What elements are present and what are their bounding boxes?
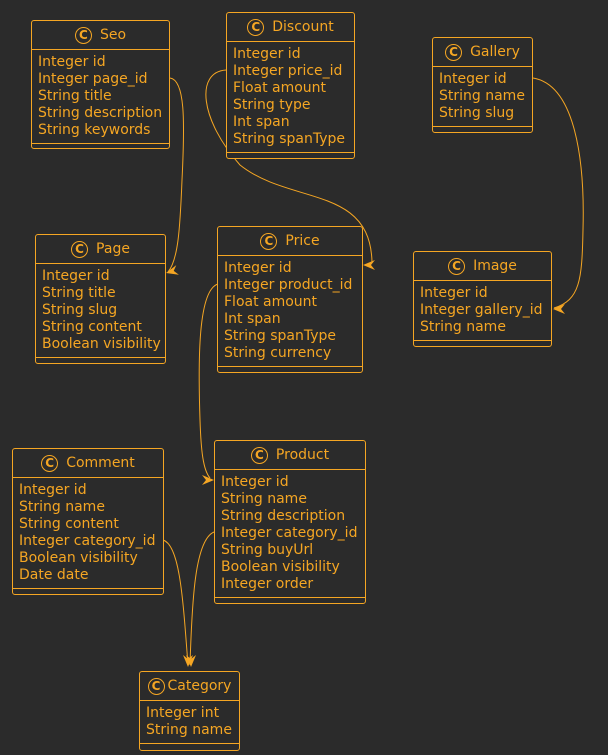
attribute: String buyUrl [221, 542, 314, 558]
attribute: String name [146, 722, 232, 738]
class-icon: C [247, 18, 265, 36]
attribute: Integer id [19, 482, 87, 498]
attribute: String slug [42, 302, 118, 318]
attribute: String keywords [38, 122, 151, 138]
class-name: Product [275, 447, 330, 463]
attribute: String title [42, 285, 116, 301]
attribute: String type [233, 97, 311, 113]
attribute: Float amount [233, 80, 327, 96]
class-name: Page [96, 241, 130, 257]
class-icon: C [445, 43, 463, 61]
attribute: String name [420, 319, 506, 335]
attribute: Integer category_id [221, 525, 358, 541]
attribute: String spanType [224, 328, 337, 344]
class-icon: C [41, 454, 59, 472]
attribute: Boolean visibility [221, 559, 340, 575]
attribute: Integer id [420, 285, 488, 301]
attribute: Integer order [221, 576, 314, 592]
attribute: Integer id [221, 474, 289, 490]
attribute: Integer id [224, 260, 292, 276]
attribute: Integer product_id [224, 277, 353, 293]
class-icon: C [71, 240, 89, 258]
attribute: String spanType [233, 131, 346, 147]
class-comment[interactable]: C Comment Integer id String name String c… [12, 448, 164, 595]
attribute: Integer gallery_id [420, 302, 543, 318]
class-gallery[interactable]: C Gallery Integer id String name String s… [432, 37, 533, 133]
attribute: Integer int [146, 705, 220, 721]
attribute: Integer id [42, 268, 110, 284]
attribute: Int span [224, 311, 281, 327]
class-page[interactable]: C Page Integer id String title String slu… [35, 234, 166, 364]
attribute: String description [221, 508, 346, 524]
attribute: String description [38, 105, 163, 121]
attribute: Boolean visibility [19, 550, 138, 566]
class-price[interactable]: C Price Integer id Integer product_id Flo… [217, 226, 363, 373]
attribute: Int span [233, 114, 290, 130]
class-product[interactable]: C Product Integer id String name String d… [214, 440, 366, 604]
edge-product-category [189, 531, 215, 666]
class-name: Discount [272, 19, 334, 35]
attribute: Integer price_id [233, 63, 343, 79]
attribute: String name [19, 499, 105, 515]
attribute: String slug [439, 105, 515, 121]
edge-comment-category [162, 539, 189, 666]
class-name: Image [473, 258, 517, 274]
class-icon: C [74, 26, 92, 44]
class-name: Category [167, 678, 232, 694]
attribute: String title [38, 88, 112, 104]
class-icon: C [147, 677, 165, 695]
attribute: Integer category_id [19, 533, 156, 549]
arrowhead-page [166, 265, 179, 275]
arrowhead-product [202, 475, 214, 485]
attribute: Integer page_id [38, 71, 148, 87]
attribute: String content [42, 319, 142, 335]
class-seo[interactable]: C Seo Integer id Integer page_id String t… [31, 20, 170, 149]
attribute: Integer id [233, 46, 301, 62]
arrowhead-category-1 [183, 655, 193, 667]
class-name: Seo [99, 27, 127, 43]
attribute: Integer id [439, 71, 507, 87]
arrowhead-price [363, 260, 375, 270]
attribute: String currency [224, 345, 332, 361]
attribute: String name [221, 491, 307, 507]
attribute: Float amount [224, 294, 318, 310]
attribute: Integer id [38, 54, 106, 70]
class-category[interactable]: C Category Integer int String name [139, 671, 240, 751]
attribute: Boolean visibility [42, 336, 161, 352]
class-discount[interactable]: C Discount Integer id Integer price_id Fl… [226, 12, 355, 159]
attribute: String name [439, 88, 525, 104]
class-icon: C [250, 446, 268, 464]
class-icon: C [448, 257, 466, 275]
class-name: Gallery [470, 44, 520, 60]
arrowhead-category-2 [186, 655, 196, 667]
attribute: Date date [19, 567, 89, 583]
class-name: Price [285, 233, 320, 249]
class-icon: C [260, 232, 278, 250]
attribute: String content [19, 516, 119, 532]
edge-seo-page [167, 77, 185, 273]
class-name: Comment [66, 455, 135, 471]
arrowhead-image [553, 304, 565, 314]
class-image[interactable]: C Image Integer id Integer gallery_id Str… [413, 251, 552, 347]
